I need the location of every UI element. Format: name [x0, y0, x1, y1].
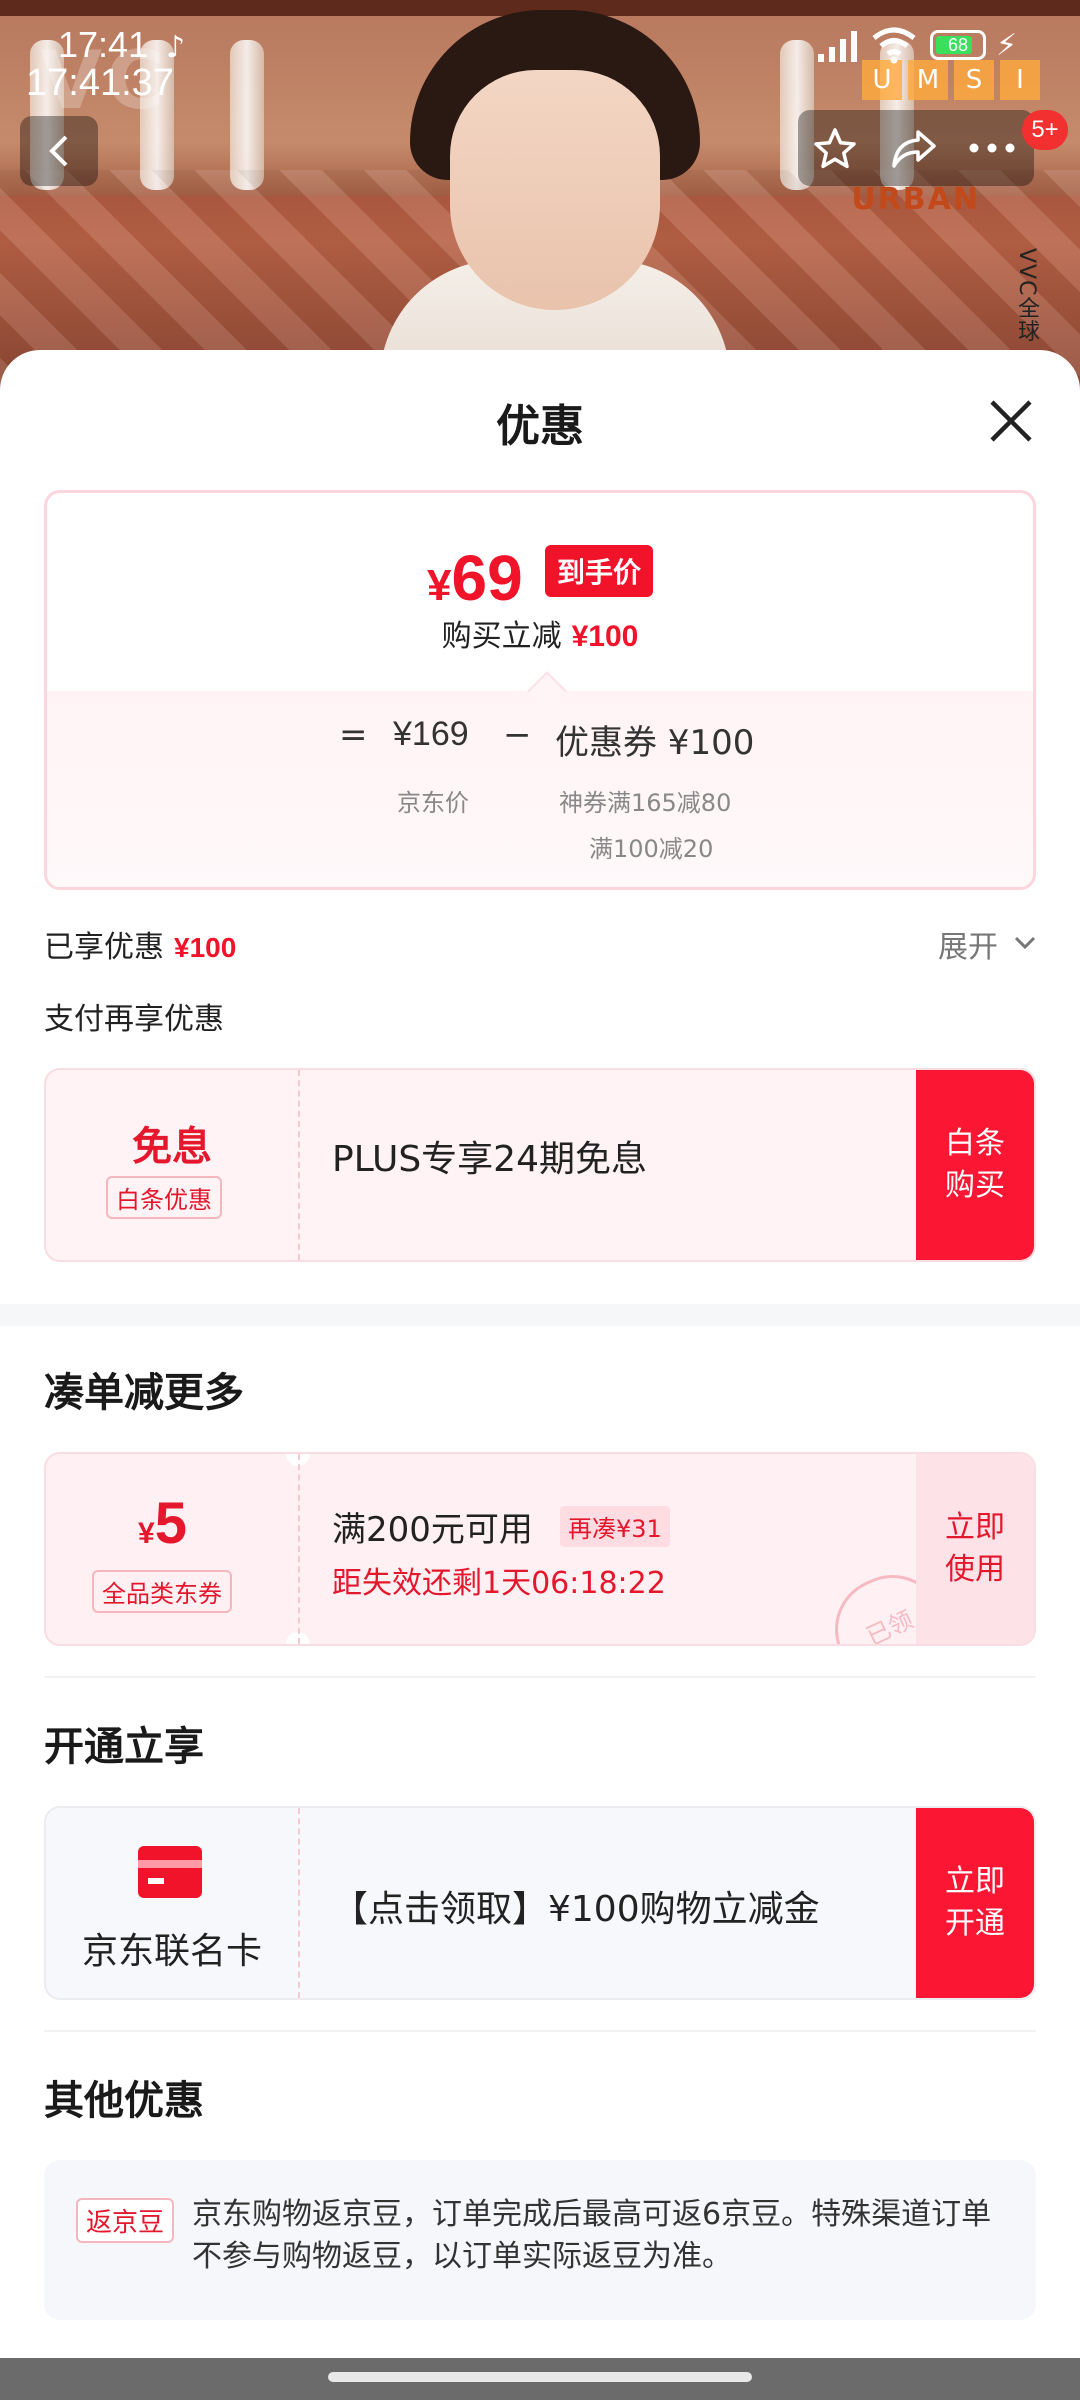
bundle-section-title: 凑单减更多 [44, 1370, 244, 1416]
use-now-button[interactable]: 立即使用 [916, 1454, 1034, 1644]
baitiao-tag: 白条优惠 [106, 1176, 222, 1219]
buy-reduce-line: 购买立减 ¥100 [47, 611, 1033, 655]
share-icon[interactable] [890, 126, 938, 172]
top-toolbar [798, 110, 1034, 186]
battery-icon: 68 [930, 30, 986, 60]
home-indicator[interactable] [328, 2372, 752, 2382]
expand-button[interactable]: 展开 [938, 922, 998, 966]
jd-bean-rebate-text: 京东购物返京豆，订单完成后最高可返6京豆。特殊渠道订单不参与购物返豆，以订单实际… [192, 2197, 992, 2274]
wifi-icon [872, 27, 916, 64]
section-divider [0, 1304, 1080, 1326]
coupon-total: 优惠券 ¥100 [555, 723, 755, 763]
jd-price-label: 京东价 [397, 789, 469, 817]
coupon-divider [298, 1808, 300, 1998]
currency-symbol: ¥ [138, 1517, 155, 1550]
all-category-tag: 全品类东券 [92, 1570, 232, 1613]
expiry-countdown: 距失效还剩1天06:18:22 [332, 1566, 666, 1601]
interest-free-title: 免息 [132, 1124, 212, 1170]
coupon-left: ¥5 全品类东券 [46, 1454, 298, 1644]
message-badge: 5+ [1022, 110, 1068, 150]
baitiao-buy-button[interactable]: 白条购买 [916, 1070, 1034, 1260]
final-price-value: 69 [451, 542, 523, 614]
interest-free-text: PLUS专享24期免息 [332, 1139, 647, 1180]
chevron-down-icon[interactable] [1014, 936, 1036, 950]
open-now-button[interactable]: 立即开通 [916, 1808, 1034, 1998]
side-vertical-text: VVC全球 [1014, 248, 1039, 343]
enjoyed-discount-row: 已享优惠 ¥100 [44, 922, 236, 966]
credit-card-icon [138, 1846, 202, 1898]
interest-free-coupon[interactable]: 免息 白条优惠 PLUS专享24期免息 白条购买 [44, 1068, 1036, 1262]
coupon-amount-value: 5 [154, 1491, 187, 1556]
coupon-divider [298, 1454, 300, 1644]
coupon-condition: 满200元可用 [332, 1510, 533, 1550]
coupon-left: 京东联名卡 [46, 1808, 298, 1998]
coupon-divider [298, 1070, 300, 1260]
coupon-amount: ¥5 [138, 1490, 187, 1557]
buy-reduce-amount: ¥100 [571, 620, 639, 653]
chevron-left-icon [49, 135, 68, 167]
enjoyed-amount: ¥100 [174, 932, 237, 963]
coupon-detail: 神券满165减80 [559, 789, 732, 817]
equals-sign: = [339, 715, 368, 755]
add-more-tag: 再凑¥31 [560, 1506, 670, 1547]
hand-price-tag: 到手价 [545, 545, 654, 597]
coupon-detail: 满100减20 [589, 835, 714, 863]
co-brand-card-name: 京东联名卡 [81, 1931, 262, 1972]
baitiao-buy-label: 白条购买 [945, 1126, 1005, 1203]
more-icon[interactable] [968, 142, 1016, 154]
tiktok-icon: ♪ [166, 30, 186, 65]
close-icon[interactable] [984, 394, 1038, 448]
jd-coupon-card[interactable]: ¥5 全品类东券 满200元可用 再凑¥31 距失效还剩1天06:18:22 已… [44, 1452, 1036, 1646]
battery-level: 68 [947, 35, 969, 55]
enjoyed-label: 已享优惠 [44, 930, 164, 965]
charging-icon: ⚡ [996, 28, 1018, 63]
buy-reduce-label: 购买立减 [441, 619, 562, 654]
co-brand-offer-text: 【点击领取】¥100购物立减金 [332, 1889, 820, 1930]
star-icon[interactable] [812, 126, 858, 172]
other-section-title: 其他优惠 [44, 2078, 204, 2124]
jd-price: ¥169 [393, 715, 469, 753]
jd-bean-tag: 返京豆 [76, 2198, 175, 2243]
divider-line [44, 1676, 1036, 1678]
floating-clock: 17:41:37 [26, 62, 174, 104]
co-brand-card-offer[interactable]: 京东联名卡 【点击领取】¥100购物立减金 立即开通 [44, 1806, 1036, 2000]
open-now-label: 立即开通 [945, 1864, 1005, 1941]
divider-line [44, 2030, 1036, 2032]
status-time: 17:41 [58, 24, 149, 65]
final-price: ¥69 [427, 541, 523, 615]
open-enjoy-section-title: 开通立享 [44, 1724, 204, 1770]
pay-again-title: 支付再享优惠 [44, 1002, 224, 1037]
jd-bean-rebate-box: 返京豆 京东购物返京豆，订单完成后最高可返6京豆。特殊渠道订单不参与购物返豆，以… [44, 2160, 1036, 2320]
back-button[interactable] [20, 116, 98, 186]
price-breakdown-card: ¥69 到手价 购买立减 ¥100 = ¥169 京东价 − 优惠券 ¥100 神… [44, 490, 1036, 890]
status-bar: 17:41 ♪ 17:41:37 68 ⚡ [0, 0, 1080, 110]
price-formula-area [47, 691, 1033, 887]
urban-text: URBAN [851, 182, 980, 217]
coupon-left: 免息 白条优惠 [46, 1070, 298, 1260]
discount-sheet: 优惠 ¥69 到手价 购买立减 ¥100 = ¥169 京东价 − 优惠券 ¥10… [0, 350, 1080, 2400]
currency-symbol: ¥ [427, 561, 452, 610]
sheet-title: 优惠 [496, 401, 584, 452]
signal-icon [818, 31, 857, 62]
use-now-label: 立即使用 [945, 1510, 1005, 1587]
minus-sign: − [503, 715, 532, 755]
